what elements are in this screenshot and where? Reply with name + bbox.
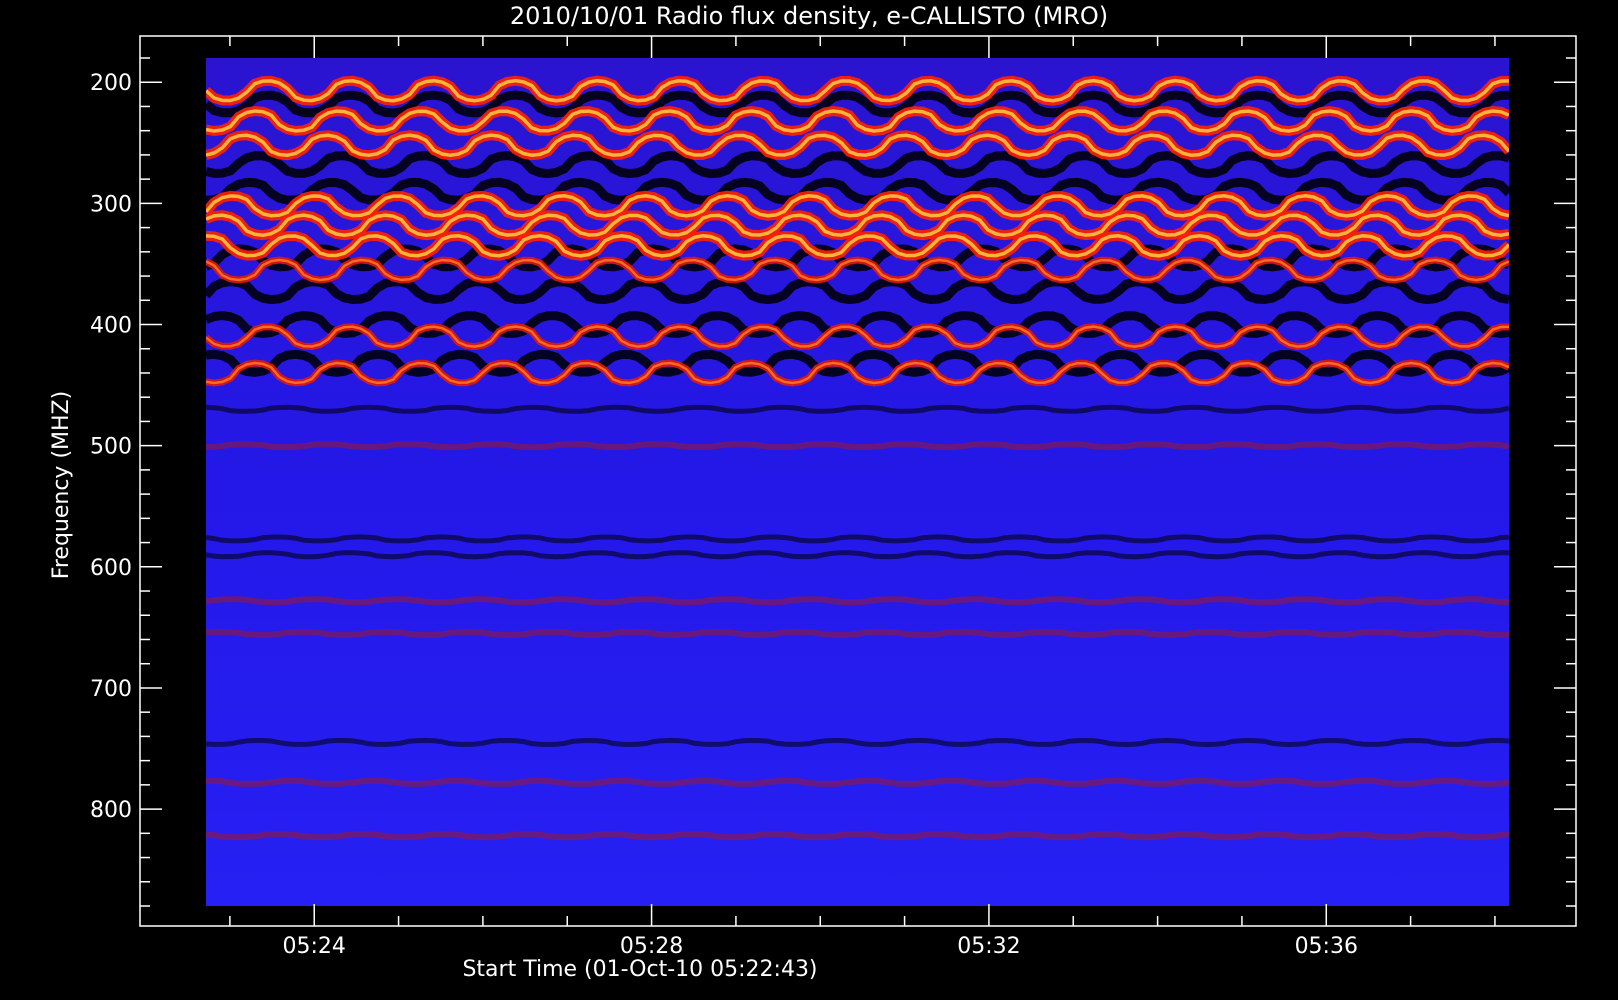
y-tick-label: 500 [90,435,132,460]
x-tick-label: 05:24 [283,934,346,959]
heatmap-area [206,58,1509,906]
emission-band [206,441,1509,451]
chart-title: 2010/10/01 Radio flux density, e-CALLIST… [510,2,1108,30]
emission-band [206,831,1509,841]
x-tick-label: 05:36 [1295,934,1358,959]
spectrogram-chart: 200 300 400 500 600 700 800 05:24 05:28 05:32 05:… [0,0,1618,1000]
y-tick-label: 800 [90,798,132,823]
y-tick-label: 200 [90,71,132,96]
emission-band [206,628,1509,638]
y-axis-label: Frequency (MHZ) [49,391,74,579]
y-tick-label: 700 [90,677,132,702]
x-tick-label: 05:32 [957,934,1020,959]
dark-band [206,737,1509,748]
x-tick-label: 05:28 [620,934,683,959]
emission-band [206,777,1509,787]
x-axis-label: Start Time (01-Oct-10 05:22:43) [462,957,817,982]
y-tick-label: 300 [90,192,132,217]
y-tick-label: 400 [90,314,132,339]
emission-band [206,596,1509,606]
y-tick-label: 600 [90,556,132,581]
